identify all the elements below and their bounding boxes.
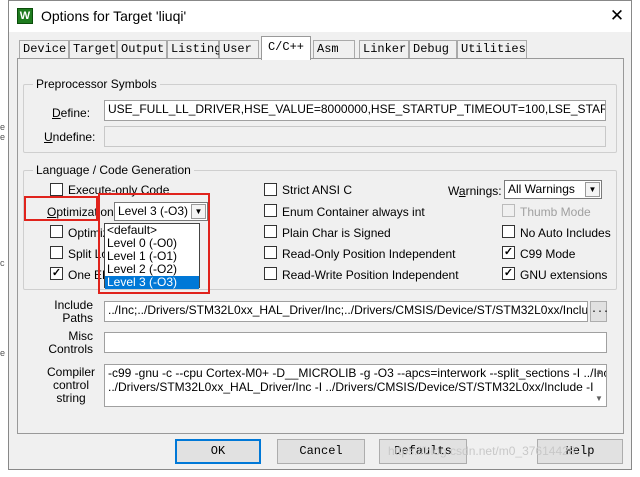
warnings-select[interactable]: All Warnings ▼ xyxy=(504,180,602,199)
misc-controls-field[interactable] xyxy=(104,332,607,353)
ok-button[interactable]: OK xyxy=(175,439,261,464)
scroll-up-icon[interactable]: ▲ xyxy=(595,367,603,376)
language-group-label: Language / Code Generation xyxy=(33,164,194,177)
optimize-time-checkbox[interactable] xyxy=(50,225,63,238)
split-load-checkbox[interactable] xyxy=(50,246,63,259)
preprocessor-group-label: Preprocessor Symbols xyxy=(33,78,160,91)
one-elf-checkbox[interactable]: ✓ xyxy=(50,267,63,280)
compiler-string-line1: -c99 -gnu -c --cpu Cortex-M0+ -D__MICROL… xyxy=(108,366,607,380)
plain-char-checkbox[interactable] xyxy=(264,225,277,238)
enum-container-checkbox[interactable] xyxy=(264,204,277,217)
undefine-field[interactable] xyxy=(104,126,606,147)
ropi-checkbox[interactable] xyxy=(264,246,277,259)
gnu-extensions-label: GNU extensions xyxy=(520,268,608,282)
keil-app-icon: W xyxy=(17,8,33,24)
include-paths-label: Include Paths xyxy=(54,298,93,325)
warnings-value: All Warnings xyxy=(508,182,575,196)
tab-listing[interactable]: Listing xyxy=(167,40,221,58)
background-window-edge: e xyxy=(0,122,6,132)
compiler-string-line2: ../Drivers/STM32L0xx_HAL_Driver/Inc -I .… xyxy=(108,380,594,394)
include-paths-field[interactable]: ../Inc;../Drivers/STM32L0xx_HAL_Driver/I… xyxy=(104,301,588,322)
no-auto-includes-checkbox[interactable] xyxy=(502,225,515,238)
warnings-label: Warnings: xyxy=(448,184,502,198)
no-auto-includes-label: No Auto Includes xyxy=(520,226,611,240)
background-window-edge: c xyxy=(0,258,5,268)
tab-target[interactable]: Target xyxy=(69,40,117,58)
rwpi-checkbox[interactable] xyxy=(264,267,277,280)
tab-asm[interactable]: Asm xyxy=(313,40,355,58)
gnu-extensions-checkbox[interactable]: ✓ xyxy=(502,267,515,280)
title-bar: W Options for Target 'liuqi' ✕ xyxy=(9,1,631,32)
misc-controls-label: Misc Controls xyxy=(48,329,93,356)
annotation-box-optimization-label xyxy=(24,196,98,221)
c99-mode-label: C99 Mode xyxy=(520,247,576,261)
thumb-mode-label: Thumb Mode xyxy=(520,205,591,219)
tab-user[interactable]: User xyxy=(219,40,259,58)
scroll-down-icon[interactable]: ▼ xyxy=(595,394,603,403)
compiler-string-field: -c99 -gnu -c --cpu Cortex-M0+ -D__MICROL… xyxy=(104,364,607,407)
define-field[interactable]: USE_FULL_LL_DRIVER,HSE_VALUE=8000000,HSE… xyxy=(104,100,606,121)
define-label: Define: xyxy=(52,106,91,120)
compiler-string-label: Compiler control string xyxy=(46,365,95,405)
annotation-box-optimization-dropdown xyxy=(98,193,210,294)
strict-ansi-checkbox[interactable] xyxy=(264,183,277,196)
tab-linker[interactable]: Linker xyxy=(359,40,409,58)
close-icon[interactable]: ✕ xyxy=(606,5,628,27)
tab-device[interactable]: Device xyxy=(19,40,69,58)
enum-container-label: Enum Container always int xyxy=(282,205,425,219)
plain-char-label: Plain Char is Signed xyxy=(282,226,391,240)
rwpi-label: Read-Write Position Independent xyxy=(282,268,459,282)
thumb-mode-checkbox[interactable] xyxy=(502,204,515,217)
tab-output[interactable]: Output xyxy=(117,40,167,58)
background-window-edge: e xyxy=(0,132,6,142)
c99-mode-checkbox[interactable]: ✓ xyxy=(502,246,515,259)
window-title: Options for Target 'liuqi' xyxy=(41,8,187,24)
tab-debug[interactable]: Debug xyxy=(409,40,457,58)
execute-only-checkbox[interactable] xyxy=(50,183,63,196)
strict-ansi-label: Strict ANSI C xyxy=(282,183,353,197)
ropi-label: Read-Only Position Independent xyxy=(282,247,456,261)
chevron-down-icon[interactable]: ▼ xyxy=(585,182,600,197)
tab-utilities[interactable]: Utilities xyxy=(457,40,527,58)
tab-c-cpp[interactable]: C/C++ xyxy=(261,36,311,60)
undefine-label: Undefine: xyxy=(44,130,96,144)
cancel-button[interactable]: Cancel xyxy=(277,439,365,464)
include-paths-browse-button[interactable]: ... xyxy=(590,301,609,322)
background-window-edge: e xyxy=(0,348,6,358)
watermark: https://blog.csdn.net/m0_37614428 xyxy=(388,444,576,458)
